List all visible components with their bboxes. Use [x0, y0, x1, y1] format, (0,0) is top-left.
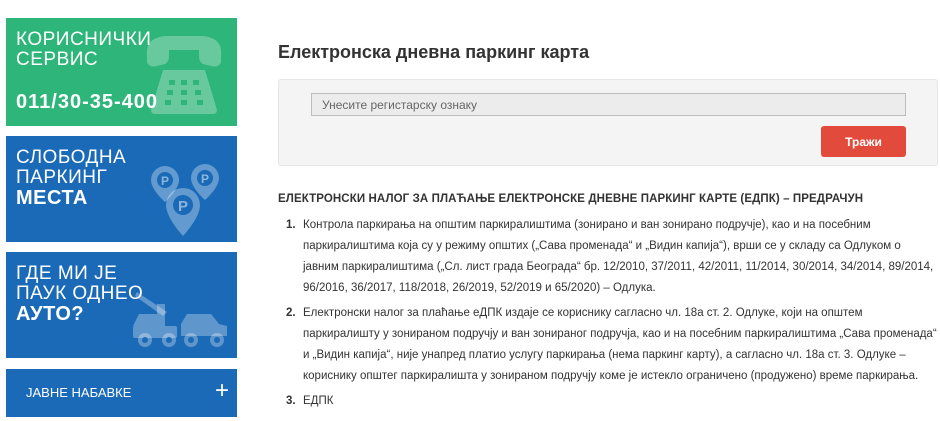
svg-text:P: P [178, 198, 188, 215]
plus-icon[interactable]: + [215, 379, 229, 403]
plate-search-input[interactable] [311, 93, 906, 116]
search-panel: Тражи [278, 79, 938, 166]
parking-pins-icon: P P P [151, 164, 219, 236]
customer-service-line1: КОРИСНИЧКИ [16, 29, 152, 50]
customer-service-phone[interactable]: 011/30-35-400 [16, 91, 158, 114]
tow-truck-line1: ГДЕ МИ ЈЕ [16, 263, 118, 284]
list-item: 3. ЕДПК [278, 391, 938, 412]
section-heading: ЕЛЕКТРОНСКИ НАЛОГ ЗА ПЛАЋАЊЕ ЕЛЕКТРОНСКЕ… [278, 193, 864, 205]
free-parking-line3: МЕСТА [16, 187, 88, 209]
list-item: 2. Електронски налог за плаћање еДПК изд… [278, 303, 938, 387]
free-parking-tile[interactable]: СЛОБОДНА ПАРКИНГ МЕСТА P P P [6, 136, 237, 242]
customer-service-tile[interactable]: КОРИСНИЧКИ СЕРВИС 011/30-35-400 [6, 18, 237, 126]
free-parking-title: СЛОБОДНА ПАРКИНГ МЕСТА [16, 147, 127, 209]
procurement-label: ЈАВНЕ НАБАВКЕ [26, 385, 132, 400]
procurement-nav-item[interactable]: ЈАВНЕ НАБАВКЕ + [6, 369, 237, 417]
customer-service-title: КОРИСНИЧКИ СЕРВИС [16, 30, 151, 70]
list-item-text: Контрола паркирања на општим паркиралишт… [303, 219, 934, 294]
list-item-text: Електронски налог за плаћање еДПК издаје… [303, 307, 937, 382]
list-item-number: 3. [286, 395, 296, 407]
svg-text:P: P [161, 174, 169, 188]
list-item-number: 1. [286, 219, 296, 231]
page-title: Електронска дневна паркинг карта [278, 42, 590, 62]
list-item-number: 2. [286, 307, 296, 319]
sidebar: КОРИСНИЧКИ СЕРВИС 011/30-35-400 СЛОБОДНА… [6, 18, 237, 417]
tow-truck-icon [133, 292, 227, 347]
list-item-text: ЕДПК [303, 395, 334, 407]
svg-text:P: P [201, 172, 209, 186]
list-item: 1. Контрола паркирања на општим паркирал… [278, 215, 938, 299]
search-button[interactable]: Тражи [821, 126, 906, 157]
tow-truck-tile[interactable]: ГДЕ МИ ЈЕ ПАУК ОДНЕО АУТО? [6, 252, 237, 358]
free-parking-line2: ПАРКИНГ [16, 167, 108, 188]
tow-truck-line2: ПАУК ОДНЕО [16, 283, 144, 304]
customer-service-line2: СЕРВИС [16, 49, 99, 70]
tow-truck-title: ГДЕ МИ ЈЕ ПАУК ОДНЕО АУТО? [16, 263, 144, 325]
free-parking-line1: СЛОБОДНА [16, 147, 127, 168]
terms-list: 1. Контрола паркирања на општим паркирал… [278, 215, 938, 416]
tow-truck-line3: АУТО? [16, 303, 85, 325]
